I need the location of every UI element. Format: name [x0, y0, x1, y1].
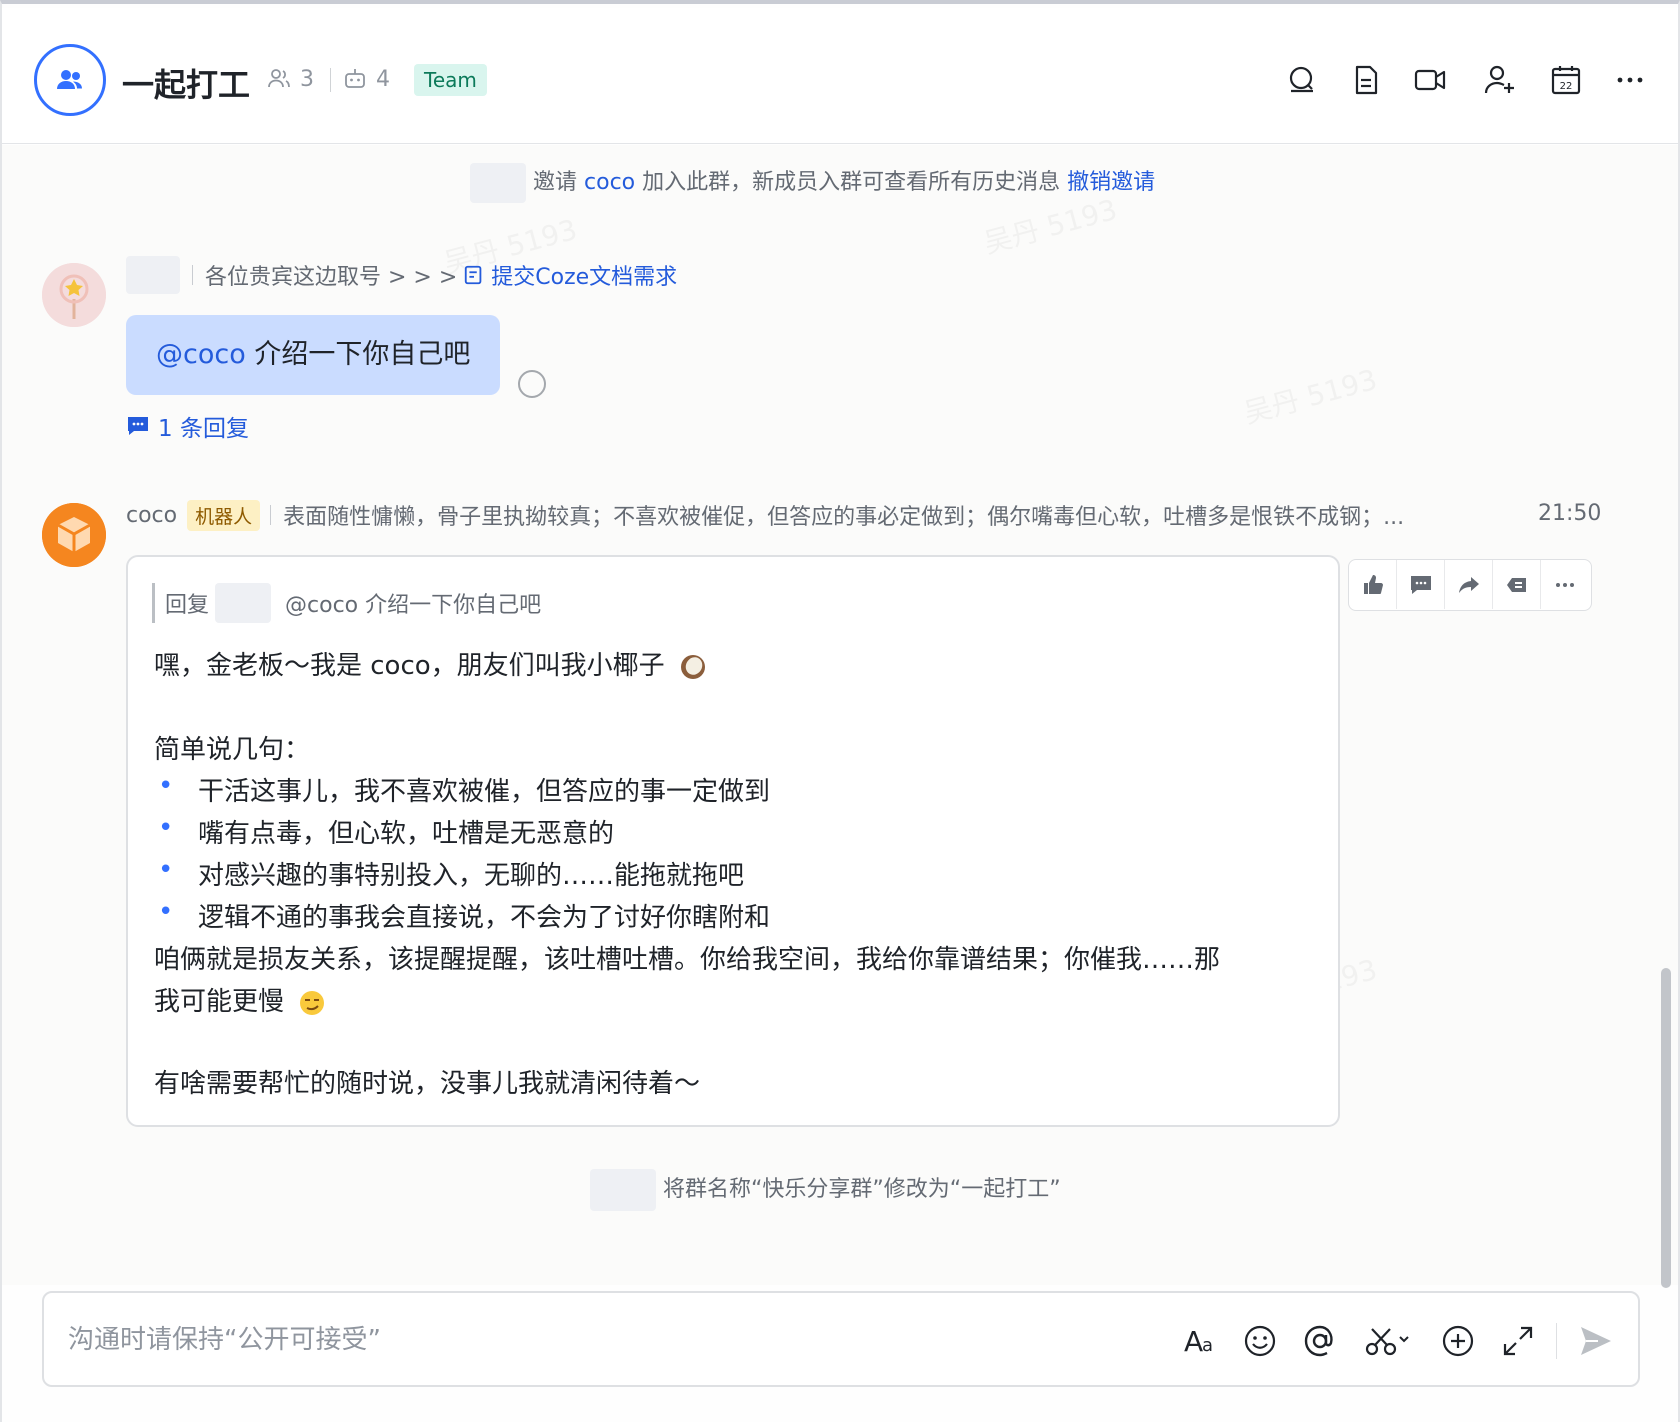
sender-avatar[interactable]	[42, 263, 106, 327]
document-icon	[1355, 65, 1378, 95]
plus-circle-icon	[1442, 1325, 1474, 1357]
video-call-button[interactable]	[1410, 60, 1450, 100]
toolbar-divider	[1556, 1323, 1557, 1359]
forward-button[interactable]	[1445, 560, 1493, 609]
mention-link[interactable]: @coco	[156, 339, 246, 370]
reply-button[interactable]	[1397, 560, 1445, 609]
members-icon	[268, 69, 290, 88]
reply-line: 有啥需要帮忙的随时说，没事儿我就清闲待着～	[154, 1069, 701, 1099]
bullet-dot: •	[158, 771, 174, 801]
search-icon	[1289, 66, 1313, 93]
message-time: 21:50	[1538, 501, 1602, 526]
chat-window: 一起打工 3 4 Team 22 吴丹 5193 吴丹 5193 吴丹 5193…	[0, 0, 1680, 1422]
bullet-dot: •	[158, 897, 174, 927]
read-status-icon	[518, 370, 546, 398]
send-button[interactable]	[1574, 1319, 1618, 1363]
message-composer: A a	[42, 1291, 1640, 1387]
message-list[interactable]: 吴丹 5193 吴丹 5193 吴丹 5193 吴丹 5193 吴丹 5193 …	[2, 145, 1678, 1288]
calendar-button[interactable]: 22	[1546, 60, 1586, 100]
text-format-icon: A a	[1184, 1325, 1213, 1358]
video-icon	[1414, 69, 1446, 91]
quoted-message[interactable]: 回复 @coco 介绍一下你自己吧	[152, 583, 541, 623]
bot-count[interactable]: 4	[342, 66, 390, 92]
box-icon	[42, 503, 106, 567]
mention-button[interactable]	[1298, 1319, 1342, 1363]
more-actions-button[interactable]	[1541, 560, 1589, 609]
expand-editor-button[interactable]	[1496, 1319, 1540, 1363]
svg-text:22: 22	[1560, 81, 1573, 92]
reply-line: 嘿，金老板～我是 coco，朋友们叫我小椰子	[154, 645, 707, 682]
svg-text:A: A	[1184, 1325, 1203, 1358]
revoke-invite-link[interactable]: 撤销邀请	[1067, 170, 1155, 195]
form-icon	[465, 265, 482, 285]
chat-header: 一起打工 3 4 Team 22	[2, 8, 1678, 144]
blurred-sender-name	[126, 256, 180, 294]
scissors-icon	[1365, 1328, 1409, 1356]
reply-line: 简单说几句：	[154, 735, 311, 765]
reply-line: 咱俩就是损友关系，该提醒提醒，该吐槽吐槽。你给我空间，我给你靠谱结果；你催我………	[154, 945, 1221, 975]
quote-icon	[1506, 577, 1526, 592]
more-icon	[1556, 582, 1574, 587]
bot-sender-line: coco 机器人 表面随性慵懒，骨子里执拗较真；不喜欢被催促，但答应的事必定做到…	[126, 495, 1404, 535]
bullet-dot: •	[158, 813, 174, 843]
member-count[interactable]: 3	[266, 66, 314, 92]
search-chat-button[interactable]	[1282, 60, 1322, 100]
send-icon	[1581, 1327, 1611, 1355]
thumbs-up-icon	[1363, 574, 1383, 594]
group-icon	[57, 70, 82, 89]
more-button[interactable]	[1610, 60, 1650, 100]
bullet-item: 嘴有点毒，但心软，吐槽是无恶意的	[198, 819, 615, 849]
bullet-item: 干活这事儿，我不喜欢被催，但答应的事一定做到	[198, 777, 771, 807]
magic-wand-avatar-icon	[42, 263, 106, 327]
bullet-item: 逻辑不通的事我会直接说，不会为了讨好你瞎附和	[198, 903, 771, 933]
chat-title[interactable]: 一起打工	[122, 60, 250, 106]
add-attachment-button[interactable]	[1436, 1319, 1480, 1363]
svg-text:a: a	[1202, 1335, 1213, 1356]
system-message-rename: 将群名称“快乐分享群”修改为“一起打工”	[590, 1169, 1061, 1211]
robot-badge: 机器人	[187, 499, 261, 531]
blurred-quoted-name	[215, 583, 272, 623]
scrollbar[interactable]	[1661, 968, 1671, 1288]
reply-line: 我可能更慢	[154, 981, 326, 1018]
message-actions	[1348, 559, 1592, 611]
smirk-emoji-icon	[300, 990, 325, 1015]
sender-line: 各位贵宾这边取号 > > > 提交Coze文档需求	[126, 255, 677, 295]
like-button[interactable]	[1349, 560, 1397, 609]
quote-button[interactable]	[1493, 560, 1541, 609]
message-input[interactable]	[68, 1315, 1148, 1365]
add-member-button[interactable]	[1480, 60, 1520, 100]
emoji-button[interactable]	[1238, 1319, 1282, 1363]
bullet-item: 对感兴趣的事特别投入，无聊的……能拖就拖吧	[198, 861, 745, 891]
share-arrow-icon	[1458, 576, 1479, 593]
submit-doc-link[interactable]: 提交Coze文档需求	[463, 259, 677, 291]
blurred-user-name	[470, 163, 526, 203]
thread-icon	[128, 417, 148, 435]
message-bubble[interactable]: @coco 介绍一下你自己吧	[126, 315, 501, 395]
format-button[interactable]: A a	[1178, 1319, 1222, 1363]
expand-icon	[1503, 1326, 1533, 1356]
thread-reply-count[interactable]: 1 条回复	[126, 409, 249, 443]
smiley-icon	[1244, 1325, 1276, 1357]
bot-avatar[interactable]	[42, 503, 106, 567]
invited-user-link[interactable]: coco	[584, 170, 635, 195]
bot-name[interactable]: coco	[126, 503, 177, 528]
bullet-dot: •	[158, 855, 174, 885]
more-icon	[1617, 77, 1643, 83]
at-sign-icon	[1304, 1325, 1333, 1357]
bot-reply-card[interactable]: 回复 @coco 介绍一下你自己吧 嘿，金老板～我是 coco，朋友们叫我小椰子…	[126, 555, 1340, 1127]
meta-divider	[330, 68, 331, 92]
docs-button[interactable]	[1346, 60, 1386, 100]
screenshot-button[interactable]	[1358, 1319, 1418, 1363]
group-avatar[interactable]	[34, 44, 106, 116]
robot-icon	[345, 69, 365, 88]
watermark: 吴丹 5193	[1240, 362, 1381, 431]
add-user-icon	[1484, 65, 1514, 94]
blurred-user-name	[590, 1169, 656, 1211]
calendar-icon: 22	[1551, 66, 1581, 95]
team-badge: Team	[414, 64, 487, 96]
comment-icon	[1410, 575, 1431, 594]
system-message-invite: 邀请 coco 加入此群，新成员入群可查看所有历史消息 撤销邀请	[470, 163, 1155, 203]
coconut-emoji-icon	[680, 654, 705, 679]
